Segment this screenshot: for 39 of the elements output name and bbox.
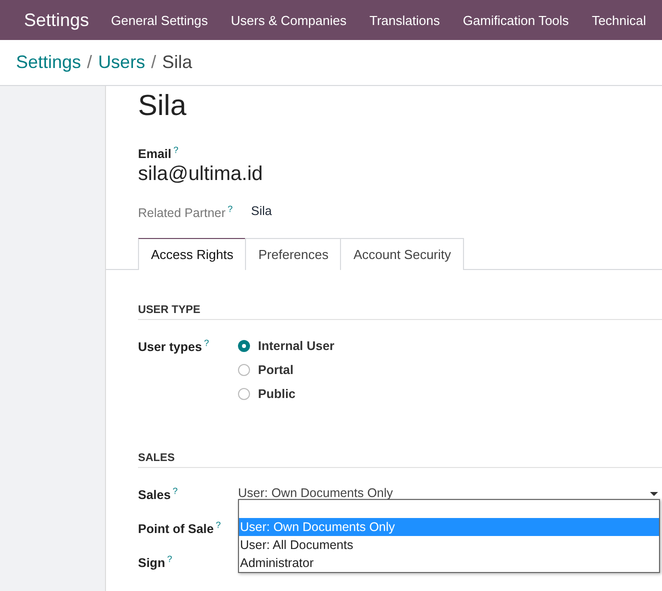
menu-item[interactable]: Gamification Tools xyxy=(462,12,569,28)
record-name: Sila xyxy=(138,90,188,124)
radio-button[interactable] xyxy=(238,388,250,400)
field-label: Related Partner xyxy=(138,206,226,220)
dropdown-option[interactable]: User: All Documents xyxy=(239,536,659,554)
breadcrumb-link[interactable]: Settings xyxy=(16,52,82,73)
option-label: Portal xyxy=(258,363,294,378)
tab[interactable]: Preferences xyxy=(245,238,342,270)
option-label: Public xyxy=(258,387,296,402)
partner-link[interactable]: Sila xyxy=(251,204,272,220)
help-mark[interactable]: ? xyxy=(204,338,209,348)
dropdown-option[interactable]: Administrator xyxy=(239,554,659,572)
field-label: Sales xyxy=(138,488,171,502)
tab[interactable]: Account Security xyxy=(340,238,464,270)
field-label: User types xyxy=(138,340,202,354)
help-mark[interactable]: ? xyxy=(216,520,221,530)
help-mark[interactable]: ? xyxy=(172,486,178,496)
tab[interactable]: Access Rights xyxy=(138,238,246,270)
breadcrumb-separator: / xyxy=(151,52,156,73)
radio-button[interactable] xyxy=(238,364,250,376)
breadcrumb-separator: / xyxy=(87,52,92,73)
breadcrumb-link[interactable]: Users xyxy=(98,52,146,73)
breadcrumb-current: Sila xyxy=(162,52,192,73)
help-mark[interactable]: ? xyxy=(173,145,178,155)
menu-item[interactable]: General Settings xyxy=(111,12,208,28)
field-label: Sign xyxy=(138,556,166,570)
radio-button[interactable] xyxy=(238,340,250,352)
menu-item[interactable]: Translations xyxy=(370,12,440,28)
section-heading: SALES xyxy=(138,452,662,468)
field-label: Email xyxy=(138,147,172,162)
app-title[interactable]: Settings xyxy=(24,10,90,30)
menu-item[interactable]: Technical xyxy=(592,12,646,28)
option-label: Internal User xyxy=(258,339,334,354)
help-mark[interactable]: ? xyxy=(228,204,233,214)
help-mark[interactable]: ? xyxy=(167,554,172,564)
menu-item[interactable]: Users & Companies xyxy=(230,12,346,28)
field-label: Point of Sale xyxy=(138,522,214,536)
email-value: sila@ultima.id xyxy=(138,163,264,186)
section-heading: USER TYPE xyxy=(138,304,662,320)
